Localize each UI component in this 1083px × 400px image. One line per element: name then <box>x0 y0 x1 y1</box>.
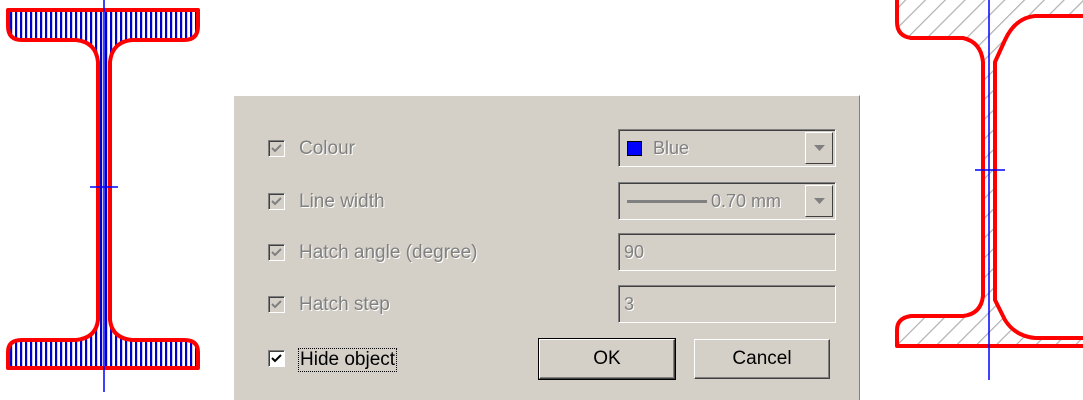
checkmark-icon <box>271 300 282 309</box>
chevron-down-icon <box>814 198 825 204</box>
line-width-sample-icon <box>627 200 707 203</box>
line-width-row: Line width 0.70 mm <box>234 182 861 222</box>
colour-swatch <box>627 141 642 156</box>
checkmark-icon <box>271 354 282 363</box>
i-beam-hatched-left <box>6 0 200 392</box>
colour-value: Blue <box>653 138 690 158</box>
checkmark-icon <box>271 248 282 257</box>
line-width-value: 0.70 mm <box>711 191 782 211</box>
hatch-step-value: 3 <box>624 294 635 314</box>
hide-object-row: Hide object OK Cancel <box>234 338 861 380</box>
i-beam-hatched-right <box>895 0 1083 380</box>
line-width-checkbox[interactable] <box>268 193 285 210</box>
hatch-angle-input[interactable]: 90 <box>618 233 836 271</box>
hatch-angle-label: Hatch angle (degree) <box>299 242 478 263</box>
checkmark-icon <box>271 144 282 153</box>
beam-outline <box>6 8 200 370</box>
colour-row: Colour Blue <box>234 129 861 169</box>
colour-checkbox[interactable] <box>268 140 285 157</box>
beam-outline <box>895 0 1083 348</box>
chevron-down-icon <box>814 145 825 151</box>
ok-button[interactable]: OK <box>538 338 676 380</box>
line-width-dropdown[interactable]: 0.70 mm <box>618 182 836 220</box>
hatch-angle-row: Hatch angle (degree) 90 <box>234 233 861 273</box>
hide-object-label[interactable]: Hide object <box>298 348 398 372</box>
hatch-angle-value: 90 <box>624 242 645 262</box>
cancel-button[interactable]: Cancel <box>694 339 830 379</box>
colour-dropdown[interactable]: Blue <box>618 129 836 167</box>
hatch-step-checkbox[interactable] <box>268 296 285 313</box>
line-width-dropdown-button[interactable] <box>805 185 833 217</box>
line-width-label: Line width <box>299 191 385 212</box>
hide-object-checkbox[interactable] <box>268 350 285 367</box>
hatch-step-label: Hatch step <box>299 294 390 315</box>
colour-dropdown-button[interactable] <box>805 132 833 164</box>
hatch-step-row: Hatch step 3 <box>234 285 861 325</box>
colour-label: Colour <box>299 138 355 159</box>
checkmark-icon <box>271 197 282 206</box>
hatch-angle-checkbox[interactable] <box>268 244 285 261</box>
hatch-properties-dialog: Colour Blue Line width 0.70 mm Hatch ang… <box>233 95 860 400</box>
hatch-step-input[interactable]: 3 <box>618 285 836 323</box>
